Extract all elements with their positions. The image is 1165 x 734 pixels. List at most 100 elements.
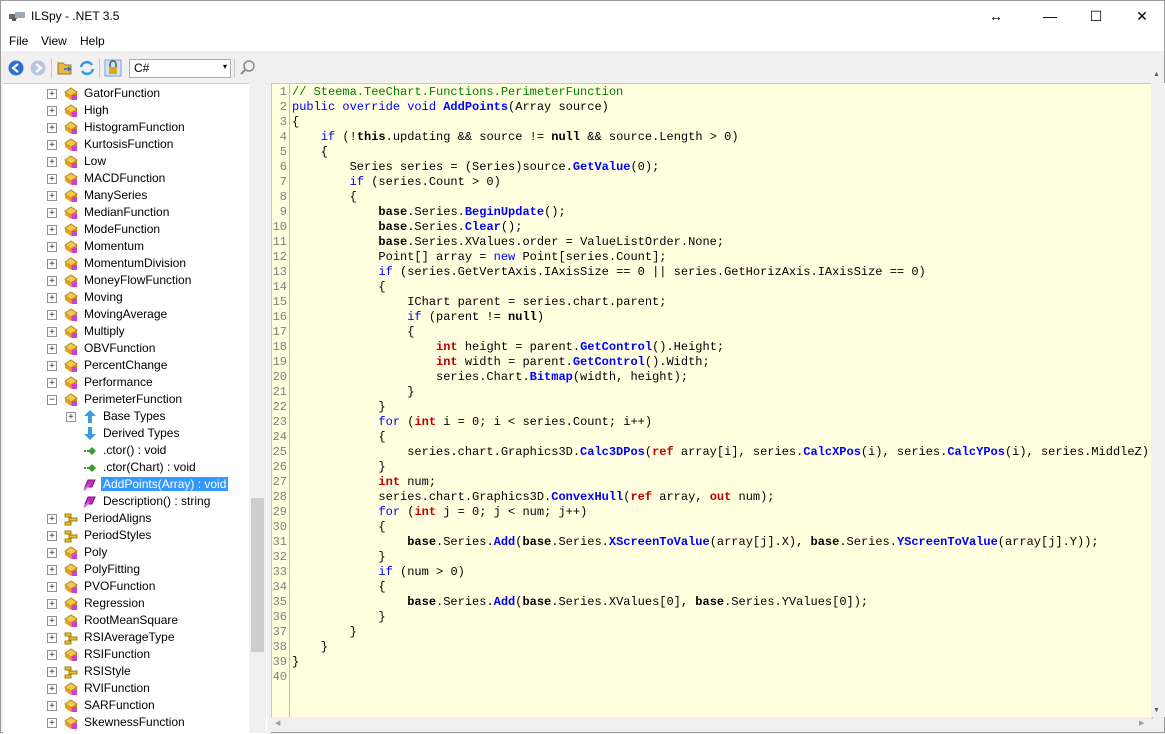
code-text: } [292,460,385,475]
expand-icon[interactable]: + [47,174,57,184]
code-text: if (num > 0) [292,565,465,580]
code-line: 32 } [272,550,1152,565]
tree-item-label: Momentum [84,239,145,253]
code-line: 31 base.Series.Add(base.Series.XScreenTo… [272,535,1152,550]
line-number: 2 [279,100,287,114]
expand-icon[interactable]: + [47,582,57,592]
code-token: base [810,535,840,549]
forward-icon[interactable] [29,59,47,77]
expand-icon[interactable]: + [47,140,57,150]
expand-icon[interactable]: + [47,89,57,99]
code-text: // Steema.TeeChart.Functions.PerimeterFu… [292,85,623,100]
menu-view[interactable]: View [41,34,67,48]
expand-icon[interactable]: + [47,361,57,371]
expand-icon[interactable]: + [47,106,57,116]
resize-icon[interactable]: ↔ [973,1,1019,31]
code-token: Point[] array = [292,250,494,264]
code-token: int [414,505,437,519]
code-token: .Series. [407,220,465,234]
code-token: GetValue [572,160,631,174]
expand-icon[interactable]: + [47,276,57,286]
class-icon [63,171,79,186]
code-token: .Series. [436,595,494,609]
code-horizontal-scrollbar[interactable]: ◀ ▶ [271,717,1151,731]
expand-icon[interactable]: + [47,650,57,660]
collapse-icon[interactable]: − [47,395,57,405]
expand-icon[interactable]: + [47,599,57,609]
scroll-up-icon[interactable]: ▲ [1153,71,1160,78]
expand-icon[interactable]: + [47,701,57,711]
expand-icon[interactable]: + [47,259,57,269]
code-token: (width, height); [572,370,689,384]
line-number: 16 [272,310,287,324]
class-icon [63,103,79,118]
code-token: .Series.YValues[0]); [724,595,869,609]
expand-icon[interactable]: + [47,378,57,388]
code-token: int [436,340,458,354]
expand-icon[interactable]: + [47,242,57,252]
expand-icon[interactable]: + [47,344,57,354]
expand-icon[interactable]: + [47,718,57,728]
reload-icon[interactable] [78,59,96,77]
code-token: ref [652,445,674,459]
expand-icon[interactable]: + [47,514,57,524]
code-token: base [695,595,725,609]
scroll-right-icon[interactable]: ▶ [1139,719,1144,727]
expand-icon[interactable]: + [47,157,57,167]
menu-help[interactable]: Help [80,34,105,48]
code-token: out [709,490,732,504]
expand-icon[interactable]: + [47,123,57,133]
code-token: int [378,475,401,489]
code-line: 34 { [272,580,1152,595]
code-token: CalcXPos [803,445,861,459]
close-button[interactable]: ✕ [1119,1,1165,31]
code-text: series.chart.Graphics3D.ConvexHull(ref a… [292,490,774,505]
expand-icon[interactable]: + [47,667,57,677]
line-number: 28 [272,490,287,504]
code-token: int [436,355,458,369]
back-icon[interactable] [7,59,25,77]
maximize-button[interactable]: ☐ [1073,1,1119,31]
code-editor[interactable]: 1 // Steema.TeeChart.Functions.PerimeterF… [271,83,1153,719]
code-token: && source.Length > 0) [580,130,739,144]
expand-icon[interactable]: + [47,191,57,201]
expand-icon[interactable]: + [47,565,57,575]
class-icon [63,545,79,560]
tree-scrollbar[interactable] [249,83,266,733]
code-token: (num > 0) [392,565,465,579]
assembly-tree[interactable]: + GatorFunction + High + HistogramFunction + Ku… [3,83,267,734]
expand-icon[interactable]: + [47,208,57,218]
expand-icon[interactable]: + [66,412,76,422]
language-select[interactable]: C# ▾ [129,59,231,78]
code-vertical-scrollbar[interactable]: ▲ ▼ [1151,71,1165,717]
tree-scroll-thumb[interactable] [251,498,264,652]
expand-icon[interactable]: + [47,531,57,541]
expand-icon[interactable]: + [47,684,57,694]
show-internal-icon[interactable] [104,59,122,77]
expand-icon[interactable]: + [47,293,57,303]
scroll-left-icon[interactable]: ◀ [275,719,280,727]
search-icon[interactable] [239,59,257,77]
expand-icon[interactable]: + [47,225,57,235]
menu-file[interactable]: File [9,34,28,48]
line-number: 34 [272,580,287,594]
class-icon [63,239,79,254]
window-title: ILSpy - .NET 3.5 [31,9,120,23]
code-line: 17 { [272,325,1152,340]
line-number: 29 [272,505,287,519]
code-text: base.Series.Add(base.Series.XScreenToVal… [292,535,1098,550]
expand-icon[interactable]: + [47,633,57,643]
code-text: IChart parent = series.chart.parent; [292,295,666,310]
line-number: 27 [272,475,287,489]
minimize-button[interactable]: — [1027,1,1073,31]
expand-icon[interactable]: + [47,310,57,320]
constructor-icon [82,443,98,458]
open-file-icon[interactable] [56,59,74,77]
code-token: series.chart.Graphics3D. [292,445,581,459]
expand-icon[interactable]: + [47,327,57,337]
expand-icon[interactable]: + [47,616,57,626]
scroll-down-icon[interactable]: ▼ [1153,707,1160,714]
line-number: 35 [272,595,287,609]
expand-icon[interactable]: + [47,548,57,558]
